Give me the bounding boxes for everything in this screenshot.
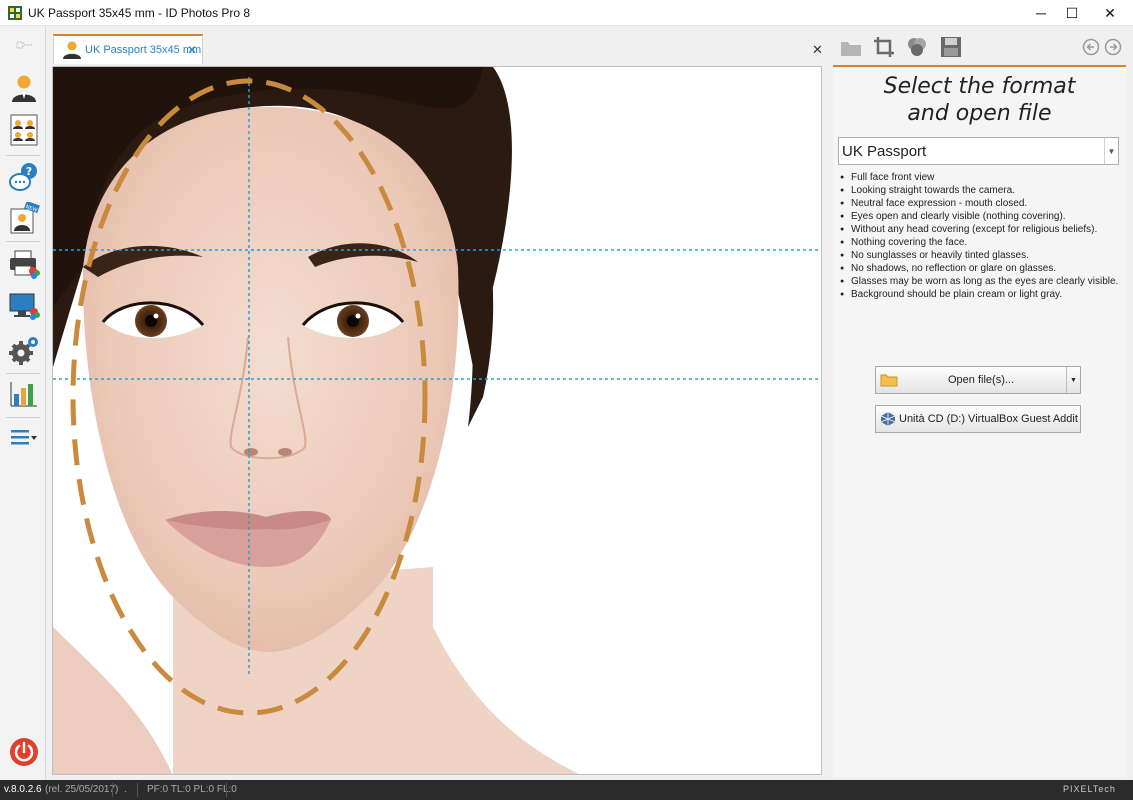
multi-photo-icon[interactable] bbox=[7, 113, 41, 147]
left-sidebar: ? NEW bbox=[0, 27, 46, 780]
single-photo-icon[interactable] bbox=[7, 71, 41, 105]
tab-close-button[interactable]: ✕ bbox=[187, 43, 197, 57]
menu-list-icon[interactable] bbox=[7, 421, 41, 455]
list-item: Nothing covering the face. bbox=[840, 236, 1124, 249]
power-icon[interactable] bbox=[7, 735, 41, 769]
list-item: Looking straight towards the camera. bbox=[840, 184, 1124, 197]
list-item: Eyes open and clearly visible (nothing c… bbox=[840, 210, 1124, 223]
window-title: UK Passport 35x45 mm - ID Photos Pro 8 bbox=[28, 6, 251, 20]
panel-title-line1: Select the format bbox=[883, 74, 1076, 99]
title-bar: UK Passport 35x45 mm - ID Photos Pro 8 ─… bbox=[0, 0, 1133, 26]
open-files-dropdown-arrow[interactable]: ▼ bbox=[1066, 367, 1080, 393]
color-adjust-icon[interactable] bbox=[906, 36, 928, 58]
forward-arrow-icon[interactable] bbox=[1104, 38, 1122, 56]
format-panel: Select the format and open file UK Passp… bbox=[833, 67, 1126, 777]
cd-drive-label: Unità CD (D:) VirtualBox Guest Addit bbox=[899, 413, 1078, 425]
print-icon[interactable] bbox=[7, 247, 41, 281]
tab-uk-passport[interactable]: UK Passport 35x45 mm ✕ bbox=[53, 34, 203, 64]
close-window-button[interactable]: ✕ bbox=[1087, 0, 1133, 26]
person-icon bbox=[63, 41, 81, 59]
open-files-button[interactable]: Open file(s)... ▼ bbox=[875, 366, 1081, 394]
list-item: No sunglasses or heavily tinted glasses. bbox=[840, 249, 1124, 262]
display-icon[interactable] bbox=[7, 289, 41, 323]
back-arrow-icon[interactable] bbox=[1082, 38, 1100, 56]
pin-icon[interactable] bbox=[7, 35, 41, 57]
help-chat-icon[interactable]: ? bbox=[7, 160, 41, 194]
panel-title: Select the format and open file bbox=[833, 73, 1126, 127]
save-icon[interactable] bbox=[940, 36, 962, 58]
portrait-photo bbox=[53, 67, 821, 774]
list-item: Neutral face expression - mouth closed. bbox=[840, 197, 1124, 210]
list-item: No shadows, no reflection or glare on gl… bbox=[840, 262, 1124, 275]
list-item: Glasses may be worn as long as the eyes … bbox=[840, 275, 1124, 288]
panel-title-line2: and open file bbox=[907, 101, 1052, 126]
brand-logo: PIXELTech bbox=[1063, 784, 1116, 794]
folder-icon bbox=[880, 374, 898, 387]
whats-new-icon[interactable]: NEW bbox=[7, 201, 41, 235]
app-icon bbox=[8, 6, 22, 20]
format-select-value: UK Passport bbox=[842, 143, 927, 160]
crop-icon[interactable] bbox=[873, 36, 895, 58]
virtualbox-icon bbox=[880, 412, 896, 426]
status-dot: . bbox=[124, 784, 127, 795]
statistics-chart-icon[interactable] bbox=[7, 377, 41, 411]
open-folder-icon[interactable] bbox=[840, 38, 862, 58]
status-flags: PF:0 TL:0 PL:0 FL:0 bbox=[147, 784, 237, 795]
close-document-button[interactable]: ✕ bbox=[812, 42, 823, 58]
chevron-down-icon[interactable]: ▼ bbox=[1104, 138, 1118, 164]
settings-gear-icon[interactable] bbox=[7, 333, 41, 367]
list-item: Background should be plain cream or ligh… bbox=[840, 288, 1124, 301]
photo-canvas[interactable] bbox=[52, 66, 822, 775]
list-item: Without any head covering (except for re… bbox=[840, 223, 1124, 236]
format-select[interactable]: UK Passport ▼ bbox=[838, 137, 1119, 165]
tab-label: UK Passport 35x45 mm bbox=[85, 44, 202, 56]
cd-drive-button[interactable]: Unità CD (D:) VirtualBox Guest Addit bbox=[875, 405, 1081, 433]
requirements-list: Full face front view Looking straight to… bbox=[840, 171, 1124, 301]
status-bar: v.8.0.2.6 (rel. 25/05/2017) . PF:0 TL:0 … bbox=[0, 780, 1133, 800]
image-toolbar bbox=[838, 34, 1128, 62]
open-files-label: Open file(s)... bbox=[948, 374, 1015, 386]
release-text: (rel. 25/05/2017) bbox=[45, 784, 119, 795]
version-text: v.8.0.2.6 bbox=[4, 784, 42, 795]
list-item: Full face front view bbox=[840, 171, 1124, 184]
